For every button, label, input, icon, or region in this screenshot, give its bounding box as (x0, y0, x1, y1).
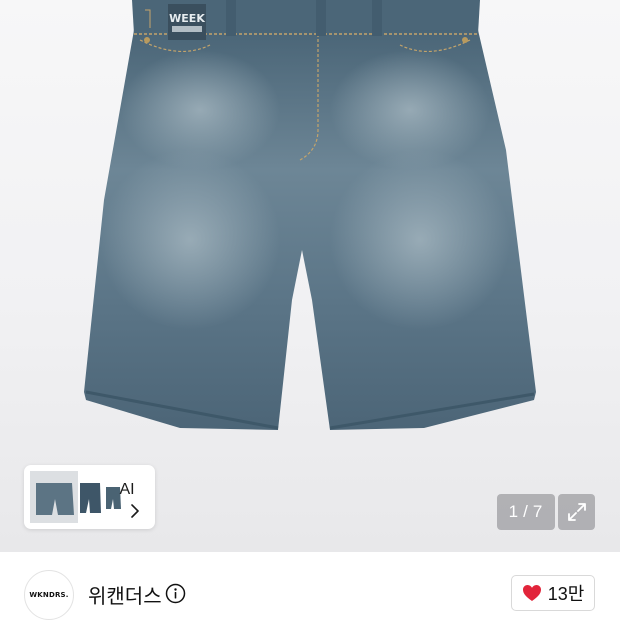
info-icon[interactable] (165, 583, 186, 604)
brand-logo-text: WKNDRS. (29, 591, 69, 599)
gallery-page-indicator: 1 / 7 (497, 494, 555, 530)
total-pages: 7 (532, 502, 544, 521)
waist-patch-text: WEEK (169, 12, 205, 25)
expand-button[interactable] (558, 494, 595, 530)
expand-icon (567, 503, 586, 521)
like-count: 13만 (547, 584, 585, 604)
brand-name[interactable]: 위캔더스 (88, 580, 162, 609)
ai-similar-items-button[interactable] (24, 465, 155, 529)
brand-logo[interactable]: WKNDRS. (24, 570, 74, 620)
page-separator: / (523, 502, 529, 521)
chevron-right-icon (131, 504, 139, 518)
like-button[interactable]: 13만 (511, 575, 595, 611)
heart-icon (522, 585, 541, 601)
ai-label: AI (119, 481, 135, 498)
current-page: 1 (508, 502, 520, 521)
